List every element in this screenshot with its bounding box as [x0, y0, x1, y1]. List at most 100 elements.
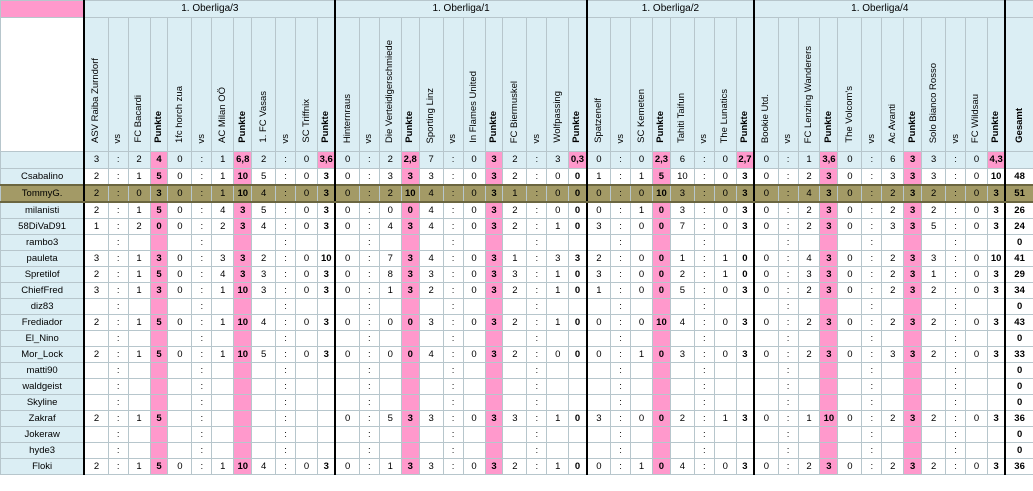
tip-points: 0 — [651, 201, 671, 219]
tip-away: 0 — [462, 168, 486, 186]
tip-points: 3 — [986, 458, 1007, 475]
player-row[interactable]: pauleta 3:1 3 0:3 3 2:0 10 0:7 3 4:0 3 1:3 3 2:0 0 1:1 0… — [0, 250, 1033, 267]
tip-home: 3 — [418, 458, 444, 475]
tip-away: 3 — [881, 168, 905, 186]
match-3-vs-text: vs — [279, 133, 291, 144]
tip-home: 3 — [418, 314, 444, 331]
player-total: 0 — [1004, 234, 1033, 251]
tip-away: 2 — [797, 282, 821, 299]
player-name: 58DiVaD91 — [0, 218, 85, 235]
tip-colon: : — [526, 330, 548, 347]
tip-points: 3 — [400, 168, 420, 186]
tip-points — [735, 234, 756, 251]
player-row[interactable]: Csabalino 2:1 5 0:1 10 5:0 3 0:3 3 3:0 3 2:0 0 1:1 5 10… — [0, 168, 1033, 186]
tip-away — [295, 410, 319, 427]
tip-colon: : — [191, 234, 213, 251]
match-6-vs-text: vs — [530, 133, 542, 144]
tip-colon: : — [861, 362, 883, 379]
player-row[interactable]: diz83::::::::::: 0 — [0, 298, 1033, 315]
tip-away: 0 — [965, 282, 988, 299]
tip-away: 1 — [546, 410, 570, 427]
tip-away — [378, 330, 402, 347]
tip-away: 0 — [127, 184, 151, 203]
player-row[interactable]: Jokeraw::::::::::: 0 — [0, 426, 1033, 443]
tip-colon: : — [610, 346, 632, 363]
tip-away — [965, 298, 988, 315]
tip-away: 4 — [211, 266, 235, 283]
tip-home — [502, 394, 528, 411]
tip-points: 3 — [819, 168, 839, 186]
player-total: 43 — [1004, 314, 1033, 331]
match-4-home-goals: 0 — [334, 151, 360, 169]
tip-away: 0 — [546, 346, 570, 363]
tip-home: 3 — [418, 168, 444, 186]
tip-home: 4 — [251, 218, 277, 235]
tip-points: 3 — [568, 250, 588, 267]
tip-points — [819, 378, 839, 395]
tip-colon: : — [610, 266, 632, 283]
player-row[interactable]: Skyline::::::::::: 0 — [0, 394, 1033, 411]
tip-colon: : — [861, 298, 883, 315]
tip-home: 3 — [669, 201, 695, 219]
tip-colon: : — [442, 442, 464, 459]
player-row[interactable]: matti90::::::::::: 0 — [0, 362, 1033, 379]
match-9-away-text: FC Lenzing Wanderers — [803, 45, 814, 143]
player-row[interactable]: Zakraf 2:1 5::0:5 3 3:0 3 3:1 0 3:0 0 2:1 3 0:1 10 0:2… — [0, 410, 1033, 427]
tip-colon: : — [777, 201, 799, 219]
player-row[interactable]: Mor_Lock 2:1 5 0:1 10 5:0 3 0:0 0 4:0 3 2:0 0 0:1 0 3:0… — [0, 346, 1033, 363]
match-3-away-text: SC Triffnix — [300, 99, 312, 143]
tip-colon: : — [526, 346, 548, 363]
tip-colon: : — [526, 201, 548, 219]
player-row[interactable]: Spretilof 2:1 5 0:4 3 3:0 3 0:8 3 3:0 3 3:1 0 3:0 0 2:1… — [0, 266, 1033, 283]
player-name: Frediador — [0, 314, 85, 331]
player-row[interactable]: Frediador 2:1 5 0:1 10 4:0 3 0:0 0 3:0 3 2:1 0 0:0 10 4… — [0, 314, 1033, 331]
tip-home: 4 — [418, 201, 444, 219]
player-row[interactable]: 58DiVaD91 1:2 0 0:2 3 4:0 3 0:4 3 4:0 3 2:1 0 3:0 0 7:0… — [0, 218, 1033, 235]
tip-points — [903, 394, 923, 411]
tip-points — [735, 298, 756, 315]
tip-home: 4 — [251, 458, 277, 475]
tip-colon: : — [945, 250, 966, 267]
player-row[interactable]: ChiefFred 3:1 3 0:1 10 3:0 3 0:1 3 2:0 3 2:1 0 1:0 0 5:… — [0, 282, 1033, 299]
tip-away — [127, 330, 151, 347]
tip-away — [378, 426, 402, 443]
tip-home — [334, 330, 360, 347]
tip-home — [167, 442, 193, 459]
tip-away — [462, 442, 486, 459]
tip-points — [317, 410, 337, 427]
player-row[interactable]: milanisti 2:1 5 0:4 3 5:0 3 0:0 0 4:0 3 2:0 0 0:1 0 3:0… — [0, 201, 1033, 219]
tip-away — [630, 330, 653, 347]
tip-home: 2 — [921, 346, 947, 363]
match-7-away-text: SC Kemeten — [635, 89, 647, 143]
tip-points — [317, 442, 337, 459]
tip-home: 0 — [753, 218, 779, 235]
tip-home: 0 — [837, 346, 863, 363]
tip-colon: : — [945, 298, 966, 315]
tip-points — [484, 362, 504, 379]
tip-away — [797, 234, 821, 251]
tip-points: 3 — [903, 346, 923, 363]
tip-colon: : — [526, 378, 548, 395]
tip-colon: : — [191, 442, 213, 459]
player-row[interactable]: waldgeist::::::::::: 0 — [0, 378, 1033, 395]
player-row[interactable]: TommyG. 2:0 3 0:1 10 4:0 3 0:2 10 4:0 3 1:0 0 0:0 10 3:… — [0, 184, 1033, 203]
tip-colon: : — [107, 298, 129, 315]
tip-away: 0 — [713, 218, 737, 235]
match-11-vs-text: vs — [949, 133, 961, 144]
results-total — [1004, 151, 1033, 169]
tip-points — [819, 426, 839, 443]
tip-points — [400, 362, 420, 379]
player-row[interactable]: El_Nino::::::::::: 0 — [0, 330, 1033, 347]
player-row[interactable]: hyde3::::::::::: 0 — [0, 442, 1033, 459]
tip-away — [713, 394, 737, 411]
tip-colon: : — [861, 346, 883, 363]
tip-away — [295, 234, 319, 251]
player-row[interactable]: Floki 2:1 5 0:1 10 4:0 3 0:1 3 3:0 3 2:1 0 0:1 0 4:0 3 0:… — [0, 458, 1033, 475]
tip-colon: : — [777, 298, 799, 315]
tip-home — [753, 330, 779, 347]
player-row[interactable]: rambo3::::::::::: 0 — [0, 234, 1033, 251]
tip-home — [921, 426, 947, 443]
match-9-punkte-label: Punkte — [819, 17, 839, 152]
match-2-punkte-text: Punkte — [236, 111, 248, 143]
tip-colon: : — [861, 314, 883, 331]
